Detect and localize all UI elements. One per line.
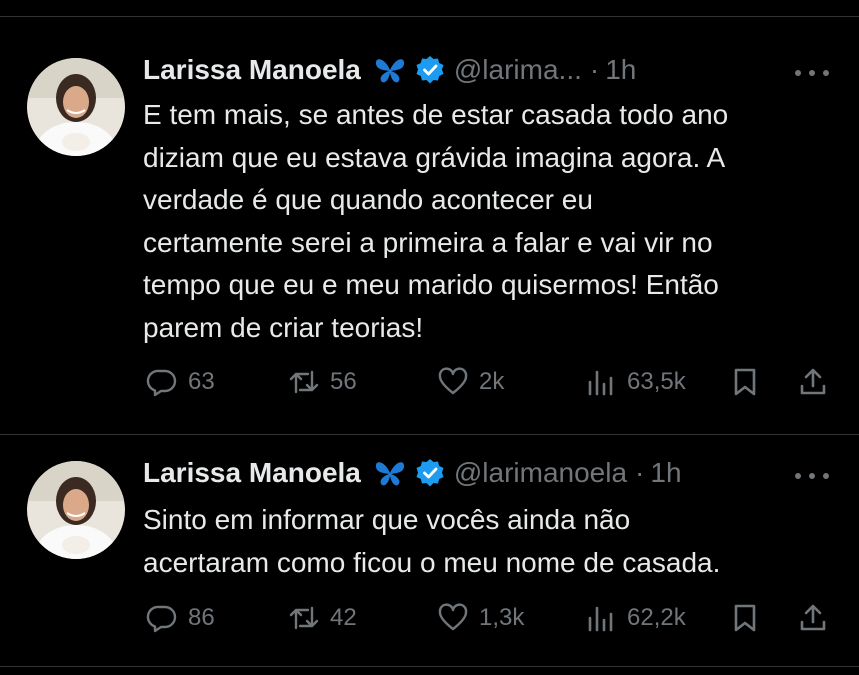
repost-icon (288, 602, 320, 634)
repost-count: 42 (330, 604, 357, 631)
avatar[interactable] (27, 58, 125, 156)
butterfly-icon (373, 56, 407, 84)
views-icon (585, 366, 617, 398)
tweet-header: Larissa Manoela @larima... · 1h (143, 54, 636, 86)
like-button[interactable]: 1,3k (437, 602, 524, 634)
action-bar: 86 42 1,3k 62,2k (143, 602, 833, 642)
repost-icon (288, 366, 320, 398)
reply-button[interactable]: 86 (146, 602, 215, 634)
timestamp[interactable]: 1h (650, 457, 681, 489)
timestamp[interactable]: 1h (605, 54, 636, 86)
more-options-icon[interactable] (795, 471, 829, 481)
bookmark-button[interactable] (729, 602, 761, 634)
repost-count: 56 (330, 368, 357, 395)
tweet-divider (0, 434, 859, 435)
like-icon (437, 366, 469, 398)
separator-dot: · (589, 54, 600, 85)
tweet-text: E tem mais, se antes de estar casada tod… (143, 99, 729, 343)
views-button[interactable]: 62,2k (585, 602, 686, 634)
like-icon (437, 602, 469, 634)
view-count: 62,2k (627, 604, 686, 631)
tweet-text: Sinto em informar que vocês ainda não ac… (143, 504, 721, 578)
separator-dot: · (635, 457, 645, 488)
repost-button[interactable]: 56 (288, 366, 357, 398)
bookmark-icon (729, 602, 761, 634)
author-name[interactable]: Larissa Manoela (143, 54, 361, 86)
bookmark-icon (729, 366, 761, 398)
reply-count: 63 (188, 368, 215, 395)
author-handle[interactable]: @larima... (454, 54, 582, 86)
butterfly-icon (373, 459, 407, 487)
action-bar: 63 56 2k 63,5k (143, 366, 833, 406)
like-count: 1,3k (479, 604, 525, 631)
reply-button[interactable]: 63 (146, 366, 215, 398)
share-icon (797, 366, 829, 398)
verified-badge-icon (415, 55, 445, 85)
share-icon (797, 602, 829, 634)
author-handle[interactable]: @larimanoela (454, 457, 627, 489)
avatar[interactable] (27, 461, 125, 559)
tweet-header: Larissa Manoela @larimanoela · 1h (143, 457, 682, 489)
views-button[interactable]: 63,5k (585, 366, 686, 398)
bookmark-button[interactable] (729, 366, 761, 398)
like-button[interactable]: 2k (437, 366, 504, 398)
share-button[interactable] (797, 366, 829, 398)
top-divider (0, 16, 859, 17)
reply-icon (146, 602, 178, 634)
view-count: 63,5k (627, 368, 686, 395)
reply-count: 86 (188, 604, 215, 631)
repost-button[interactable]: 42 (288, 602, 357, 634)
views-icon (585, 602, 617, 634)
like-count: 2k (479, 368, 505, 395)
reply-icon (146, 366, 178, 398)
share-button[interactable] (797, 602, 829, 634)
author-name[interactable]: Larissa Manoela (143, 457, 361, 489)
bottom-divider (0, 666, 859, 667)
more-options-icon[interactable] (795, 68, 829, 78)
verified-badge-icon (415, 458, 445, 488)
